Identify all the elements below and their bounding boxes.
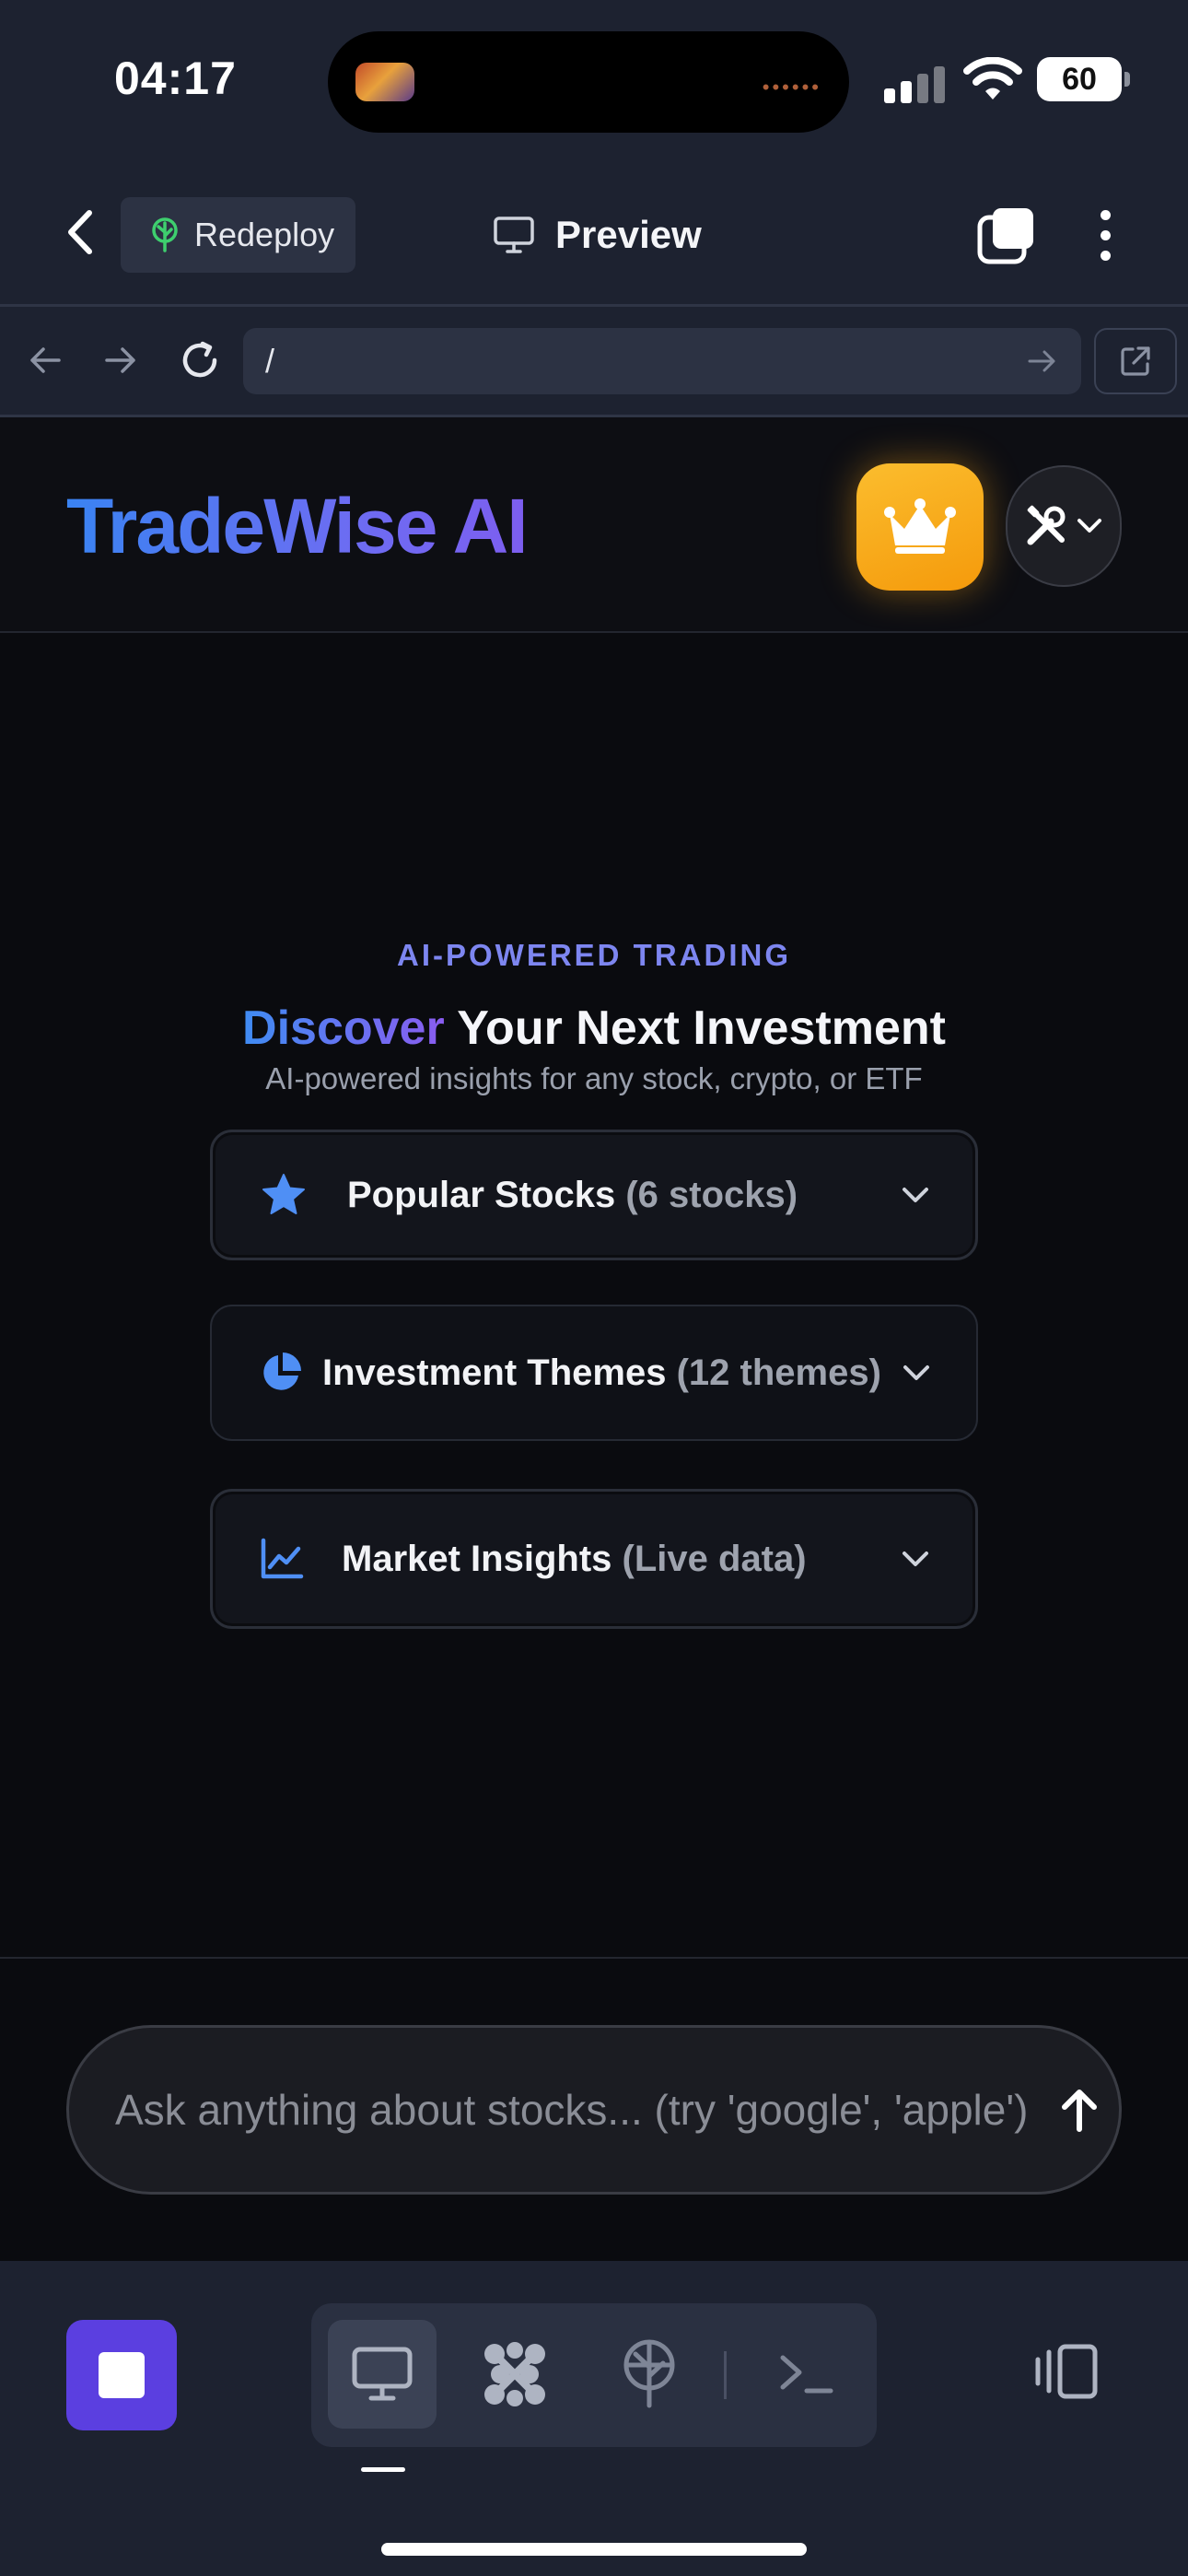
agent-mode-button[interactable]	[460, 2320, 569, 2429]
dynamic-island: ••••••	[328, 31, 849, 133]
cellular-signal-icon	[884, 64, 945, 103]
chevron-left-icon	[68, 210, 92, 254]
app-header: TradeWise AI	[0, 417, 1188, 633]
redeploy-label: Redeploy	[194, 216, 335, 253]
chrome-divider	[0, 304, 1188, 307]
preview-mode-button[interactable]	[328, 2320, 437, 2429]
preview-tab[interactable]: Preview	[493, 205, 702, 265]
redeploy-button[interactable]: Redeploy	[121, 197, 355, 273]
mode-separator	[724, 2351, 727, 2399]
shell-icon	[780, 2355, 833, 2394]
reload-button[interactable]	[171, 332, 228, 389]
preview-label: Preview	[555, 213, 702, 256]
accordion-count: (12 themes)	[676, 1352, 881, 1393]
devices-button[interactable]	[1030, 2335, 1101, 2408]
page-subtitle: AI-powered insights for any stock, crypt…	[265, 1061, 923, 1095]
now-playing-thumbnail	[355, 63, 414, 101]
accordion-title: Investment Themes (12 themes)	[322, 1352, 881, 1393]
open-external-button[interactable]	[1094, 328, 1177, 394]
arrow-left-icon	[30, 347, 61, 373]
chevron-down-icon	[903, 1365, 929, 1380]
line-chart-icon	[261, 1538, 304, 1579]
workspace-mode-switcher	[311, 2303, 877, 2447]
headline-accent: Discover	[242, 1001, 445, 1055]
back-button[interactable]	[53, 205, 105, 260]
tools-dropdown-button[interactable]	[1006, 465, 1122, 587]
home-indicator	[381, 2543, 807, 2556]
brand-logo[interactable]: TradeWise AI	[66, 482, 529, 571]
url-input[interactable]: /	[243, 328, 1081, 394]
popular-stocks-accordion[interactable]: Popular Stocks (6 stocks)	[210, 1130, 978, 1260]
status-time: 04:17	[114, 53, 237, 104]
star-icon	[262, 1174, 305, 1214]
chevron-down-icon	[1077, 519, 1101, 533]
chat-input[interactable]	[115, 2028, 1036, 2192]
preview-monitor-icon	[352, 2347, 413, 2401]
content-divider	[0, 1957, 1188, 1959]
monitor-icon	[494, 217, 534, 253]
crown-icon	[884, 498, 956, 554]
arrow-up-icon	[1062, 2090, 1097, 2132]
chevron-down-icon	[903, 1551, 928, 1566]
market-insights-accordion[interactable]: Market Insights (Live data)	[210, 1489, 978, 1629]
deploy-icon	[623, 2339, 675, 2408]
browser-chrome: 04:17 •••••• 60 Redeploy Preview /	[0, 0, 1188, 417]
bottom-toolbar	[0, 2261, 1188, 2576]
battery-indicator: 60	[1037, 57, 1130, 101]
eyebrow-label: AI-POWERED TRADING	[397, 938, 791, 972]
page-title: Discover Your Next Investment	[0, 1001, 1188, 1056]
arrow-right-icon	[105, 347, 135, 373]
url-text: /	[265, 342, 275, 380]
devices-icon	[1035, 2344, 1098, 2399]
browser-back-button[interactable]	[17, 332, 74, 389]
browser-forward-button[interactable]	[92, 332, 149, 389]
audio-dots-icon: ••••••	[762, 76, 821, 99]
deploy-tree-icon	[152, 217, 178, 252]
accordion-count: (Live data)	[622, 1538, 807, 1579]
headline-rest: Your Next Investment	[444, 1001, 946, 1055]
agent-icon	[484, 2342, 545, 2406]
more-vertical-icon[interactable]	[1087, 205, 1124, 265]
tabs-icon[interactable]	[976, 205, 1037, 265]
investment-themes-accordion[interactable]: Investment Themes (12 themes)	[210, 1305, 978, 1441]
deploy-mode-button[interactable]	[595, 2320, 704, 2429]
chevron-down-icon	[903, 1188, 928, 1202]
premium-button[interactable]	[856, 463, 984, 591]
accordion-title: Popular Stocks (6 stocks)	[347, 1174, 798, 1215]
external-link-icon	[1121, 346, 1150, 376]
send-button[interactable]	[1049, 2079, 1110, 2140]
chat-input-container	[66, 2025, 1122, 2195]
go-arrow-icon[interactable]	[1024, 343, 1061, 380]
tools-icon	[1027, 505, 1066, 545]
reload-icon	[182, 341, 217, 378]
accordion-title: Market Insights (Live data)	[342, 1538, 807, 1579]
accordion-count: (6 stocks)	[625, 1174, 798, 1215]
wifi-icon	[963, 57, 1022, 100]
pie-chart-icon	[263, 1352, 301, 1390]
stop-button[interactable]	[66, 2320, 177, 2430]
active-mode-indicator	[361, 2467, 405, 2472]
shell-mode-button[interactable]	[751, 2320, 860, 2429]
stop-icon	[99, 2352, 145, 2398]
